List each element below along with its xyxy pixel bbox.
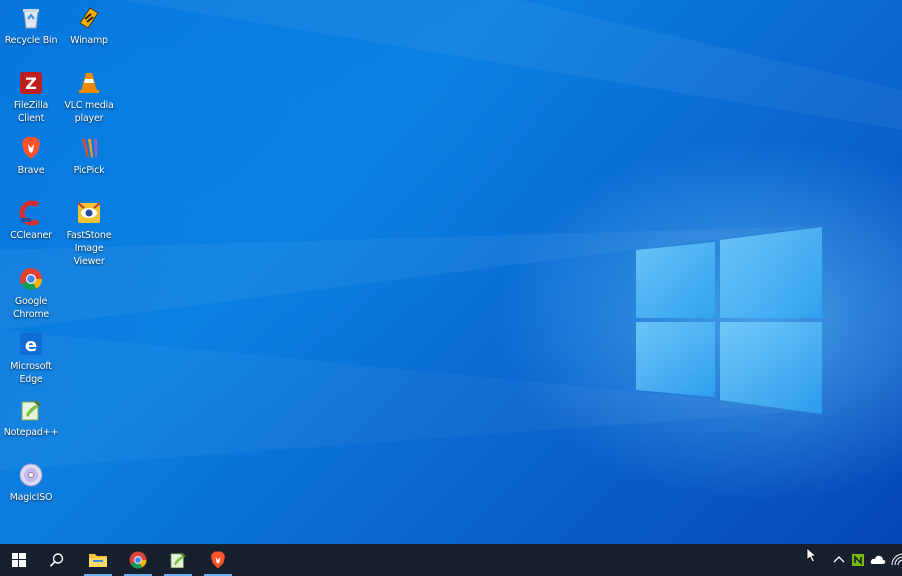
nvidia-icon[interactable] bbox=[851, 553, 865, 567]
taskbar bbox=[0, 544, 902, 576]
chrome-icon bbox=[129, 551, 147, 569]
windows-logo-icon bbox=[12, 553, 26, 567]
desktop-icon-ccleaner[interactable]: CCleaner bbox=[0, 200, 62, 242]
mouse-cursor-icon bbox=[806, 547, 817, 563]
folder-icon bbox=[89, 554, 107, 567]
vlc-icon bbox=[79, 73, 99, 93]
desktop-icon-recycle-bin[interactable]: Recycle Bin bbox=[0, 5, 62, 47]
search-button[interactable] bbox=[40, 544, 74, 576]
icon-label: PicPick bbox=[73, 165, 105, 176]
desktop-icon-brave[interactable]: Brave bbox=[0, 135, 62, 177]
desktop-icon-google-chrome[interactable]: Google Chrome bbox=[0, 266, 62, 321]
taskbar-file-explorer[interactable] bbox=[81, 544, 115, 576]
winamp-icon bbox=[79, 7, 99, 29]
desktop-icon-winamp[interactable]: Winamp bbox=[58, 5, 120, 47]
taskbar-brave[interactable] bbox=[201, 544, 235, 576]
recycle-bin-icon bbox=[23, 9, 39, 29]
icon-label: FastStone Image Viewer bbox=[66, 230, 112, 267]
desktop-icon-picpick[interactable]: PicPick bbox=[58, 135, 120, 177]
chevron-up-icon[interactable] bbox=[832, 553, 846, 567]
cloud-icon[interactable] bbox=[870, 553, 886, 567]
svg-text:e: e bbox=[25, 335, 37, 356]
desktop: Recycle Bin Z FileZilla Client Brave CCl… bbox=[0, 0, 902, 544]
faststone-icon bbox=[77, 202, 101, 223]
magiciso-icon bbox=[19, 463, 43, 487]
picpick-icon bbox=[82, 139, 97, 157]
icon-label: Google Chrome bbox=[12, 296, 50, 320]
icon-label: Brave bbox=[17, 165, 45, 176]
icon-label: Notepad++ bbox=[3, 427, 59, 438]
brave-icon bbox=[211, 551, 225, 569]
chrome-icon bbox=[20, 268, 42, 290]
notepadpp-icon bbox=[21, 400, 41, 421]
desktop-icon-notepadpp[interactable]: Notepad++ bbox=[0, 397, 62, 439]
filezilla-icon: Z bbox=[20, 72, 42, 94]
desktop-icon-vlc[interactable]: VLC media player bbox=[58, 70, 120, 125]
wifi-icon[interactable] bbox=[891, 553, 902, 567]
desktop-icon-faststone[interactable]: FastStone Image Viewer bbox=[58, 200, 120, 268]
icon-label: Recycle Bin bbox=[4, 35, 58, 46]
edge-icon: e bbox=[20, 333, 42, 356]
desktop-icon-microsoft-edge[interactable]: e Microsoft Edge bbox=[0, 331, 62, 386]
desktop-icon-magiciso[interactable]: MagicISO bbox=[0, 462, 62, 504]
taskbar-google-chrome[interactable] bbox=[121, 544, 155, 576]
icon-label: FileZilla Client bbox=[13, 100, 49, 124]
system-tray bbox=[832, 544, 902, 576]
ccleaner-icon bbox=[19, 200, 40, 226]
icon-label: MagicISO bbox=[9, 492, 53, 503]
start-button[interactable] bbox=[2, 544, 36, 576]
brave-icon bbox=[22, 137, 40, 159]
icon-label: Microsoft Edge bbox=[10, 361, 52, 385]
icon-label: CCleaner bbox=[10, 230, 52, 241]
taskbar-notepadpp[interactable] bbox=[161, 544, 195, 576]
windows-wallpaper bbox=[0, 0, 902, 470]
svg-text:Z: Z bbox=[25, 74, 37, 93]
icon-label: VLC media player bbox=[64, 100, 114, 124]
desktop-icon-filezilla[interactable]: Z FileZilla Client bbox=[0, 70, 62, 125]
notepadpp-icon bbox=[170, 552, 186, 569]
icon-label: Winamp bbox=[70, 35, 108, 46]
search-icon bbox=[49, 553, 64, 567]
